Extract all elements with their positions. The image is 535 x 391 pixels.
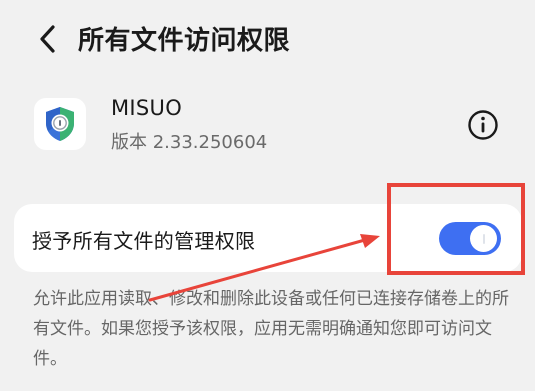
app-info-row: MISUO 版本 2.33.250604 [0,92,535,156]
toggle-knob [470,225,497,252]
toggle-knob-mark [482,233,485,244]
app-icon [34,98,86,150]
permission-card[interactable]: 授予所有文件的管理权限 [14,204,522,272]
shield-keyhole-icon [46,107,74,141]
permission-label: 授予所有文件的管理权限 [32,229,256,253]
app-name: MISUO [111,96,183,120]
header: 所有文件访问权限 [0,0,535,78]
permission-settings-screen: 所有文件访问权限 MISUO 版本 2.33.250604 授予所有文件的管理权… [0,0,535,391]
back-button[interactable] [34,22,62,56]
all-files-access-toggle[interactable] [439,222,501,255]
page-title: 所有文件访问权限 [78,26,291,56]
app-version: 版本 2.33.250604 [111,132,268,153]
permission-description: 允许此应用读取、修改和删除此设备或任何已连接存储卷上的所有文件。如果您授予该权限… [33,289,509,369]
chevron-left-icon [40,25,55,53]
app-info-button[interactable] [466,108,500,142]
info-circle-icon [468,110,498,140]
